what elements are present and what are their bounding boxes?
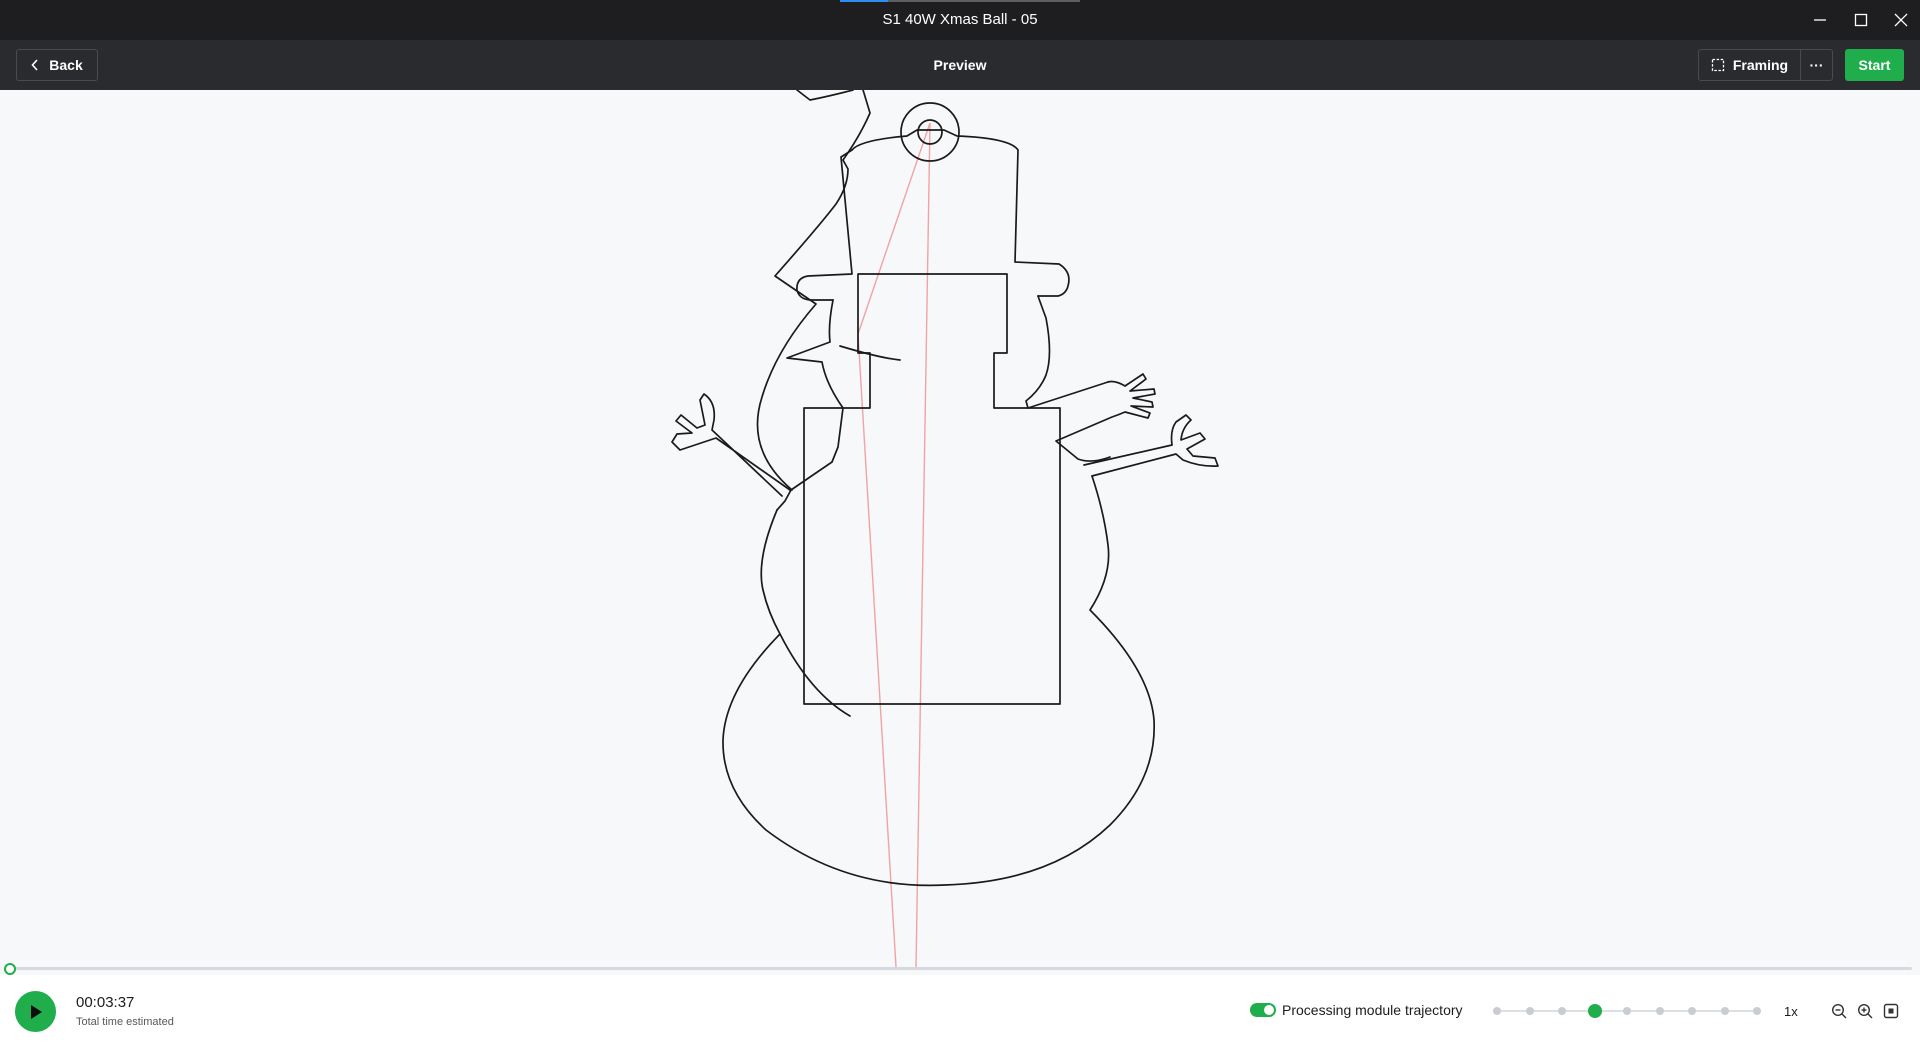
title-bar: S1 40W Xmas Ball - 05 <box>0 0 1920 40</box>
body-outline <box>756 90 871 491</box>
speed-step[interactable] <box>1720 1007 1729 1015</box>
framing-button-group: Framing ··· <box>1698 49 1833 81</box>
estimated-time-label: Total time estimated <box>76 1016 174 1028</box>
back-button-label: Back <box>49 57 83 73</box>
maximize-button[interactable] <box>1841 0 1881 40</box>
close-icon <box>1894 13 1908 27</box>
zoom-out-icon <box>1831 1003 1847 1019</box>
start-button[interactable]: Start <box>1845 49 1904 81</box>
speed-step[interactable] <box>1655 1007 1664 1015</box>
speed-step[interactable] <box>1688 1007 1696 1015</box>
preview-canvas[interactable] <box>0 90 1920 970</box>
trajectory-toggle-label: Processing module trajectory <box>1282 1002 1463 1018</box>
speed-step[interactable] <box>1525 1007 1534 1015</box>
speed-step[interactable] <box>1753 1007 1761 1015</box>
framing-button[interactable]: Framing <box>1699 50 1801 80</box>
zoom-in-icon <box>1857 1003 1873 1019</box>
module-trajectory <box>857 122 931 968</box>
minimize-icon <box>1814 19 1826 21</box>
framing-icon <box>1711 58 1725 72</box>
back-button[interactable]: Back <box>16 49 98 81</box>
close-button[interactable] <box>1881 0 1920 40</box>
estimated-time: 00:03:37 <box>76 994 135 1011</box>
zoom-in-button[interactable] <box>1855 1001 1875 1021</box>
playback-bar: 00:03:37 Total time estimated Processing… <box>0 975 1920 1050</box>
speed-step[interactable] <box>1623 1007 1631 1015</box>
minimize-button[interactable] <box>1800 0 1840 40</box>
toggle-knob <box>1264 1005 1274 1015</box>
speed-label: 1x <box>1784 1004 1798 1019</box>
speed-step-selected[interactable] <box>1587 1004 1602 1018</box>
trajectory-toggle[interactable] <box>1250 1003 1276 1017</box>
inner-cutout <box>803 273 1061 705</box>
toolbar: Back Preview Framing ··· Start <box>0 40 1920 90</box>
framing-button-label: Framing <box>1732 57 1789 73</box>
play-button[interactable] <box>15 991 56 1032</box>
progress-track[interactable] <box>10 967 1912 970</box>
chevron-left-icon <box>31 59 38 71</box>
maximize-icon <box>1854 13 1868 27</box>
snowman-preview <box>671 90 1219 968</box>
fit-view-button[interactable] <box>1881 1001 1901 1021</box>
zoom-out-button[interactable] <box>1829 1001 1849 1021</box>
more-options-button[interactable]: ··· <box>1801 50 1832 80</box>
progress-handle[interactable] <box>4 963 16 975</box>
speed-step[interactable] <box>1558 1007 1566 1015</box>
page-title: Preview <box>933 57 987 73</box>
speed-slider[interactable] <box>1493 1004 1761 1018</box>
fit-view-icon <box>1883 1003 1899 1019</box>
window-title: S1 40W Xmas Ball - 05 <box>882 11 1038 28</box>
speed-step[interactable] <box>1493 1007 1501 1015</box>
play-icon <box>30 1004 42 1019</box>
